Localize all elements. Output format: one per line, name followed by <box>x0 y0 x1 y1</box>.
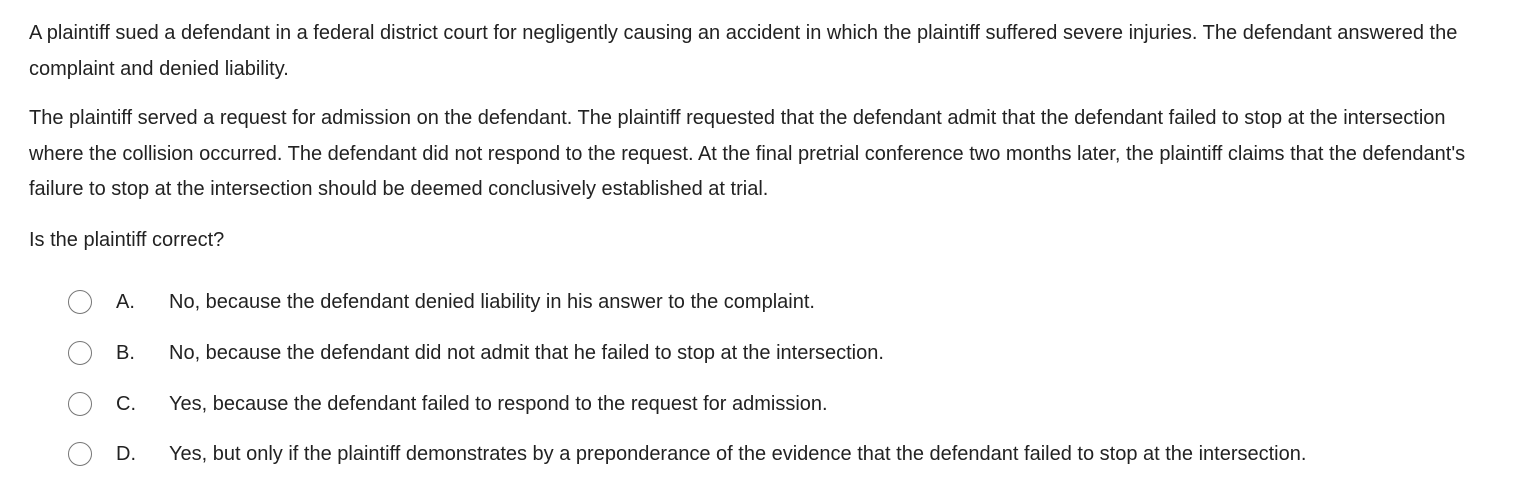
radio-button-b[interactable] <box>68 341 92 365</box>
question-paragraph: The plaintiff served a request for admis… <box>29 107 1466 200</box>
option-text: Yes, because the defendant failed to res… <box>169 393 828 415</box>
question-prompt: Is the plaintiff correct? <box>29 229 225 251</box>
option-text: No, because the defendant did not admit … <box>169 342 884 364</box>
question-paragraph: A plaintiff sued a defendant in a federa… <box>29 22 1458 80</box>
answer-option-b[interactable]: B. No, because the defendant did not adm… <box>68 338 1468 368</box>
option-letter: D. <box>116 443 136 465</box>
radio-button-a[interactable] <box>68 290 92 314</box>
radio-button-c[interactable] <box>68 392 92 416</box>
radio-button-d[interactable] <box>68 442 92 466</box>
answer-option-c[interactable]: C. Yes, because the defendant failed to … <box>68 389 1468 419</box>
answer-option-d[interactable]: D. Yes, but only if the plaintiff demons… <box>68 439 1468 469</box>
option-letter: A. <box>116 291 135 313</box>
option-text: Yes, but only if the plaintiff demonstra… <box>169 443 1307 465</box>
option-letter: C. <box>116 393 136 415</box>
option-letter: B. <box>116 342 135 364</box>
option-text: No, because the defendant denied liabili… <box>169 291 815 313</box>
answer-option-a[interactable]: A. No, because the defendant denied liab… <box>68 287 1468 317</box>
